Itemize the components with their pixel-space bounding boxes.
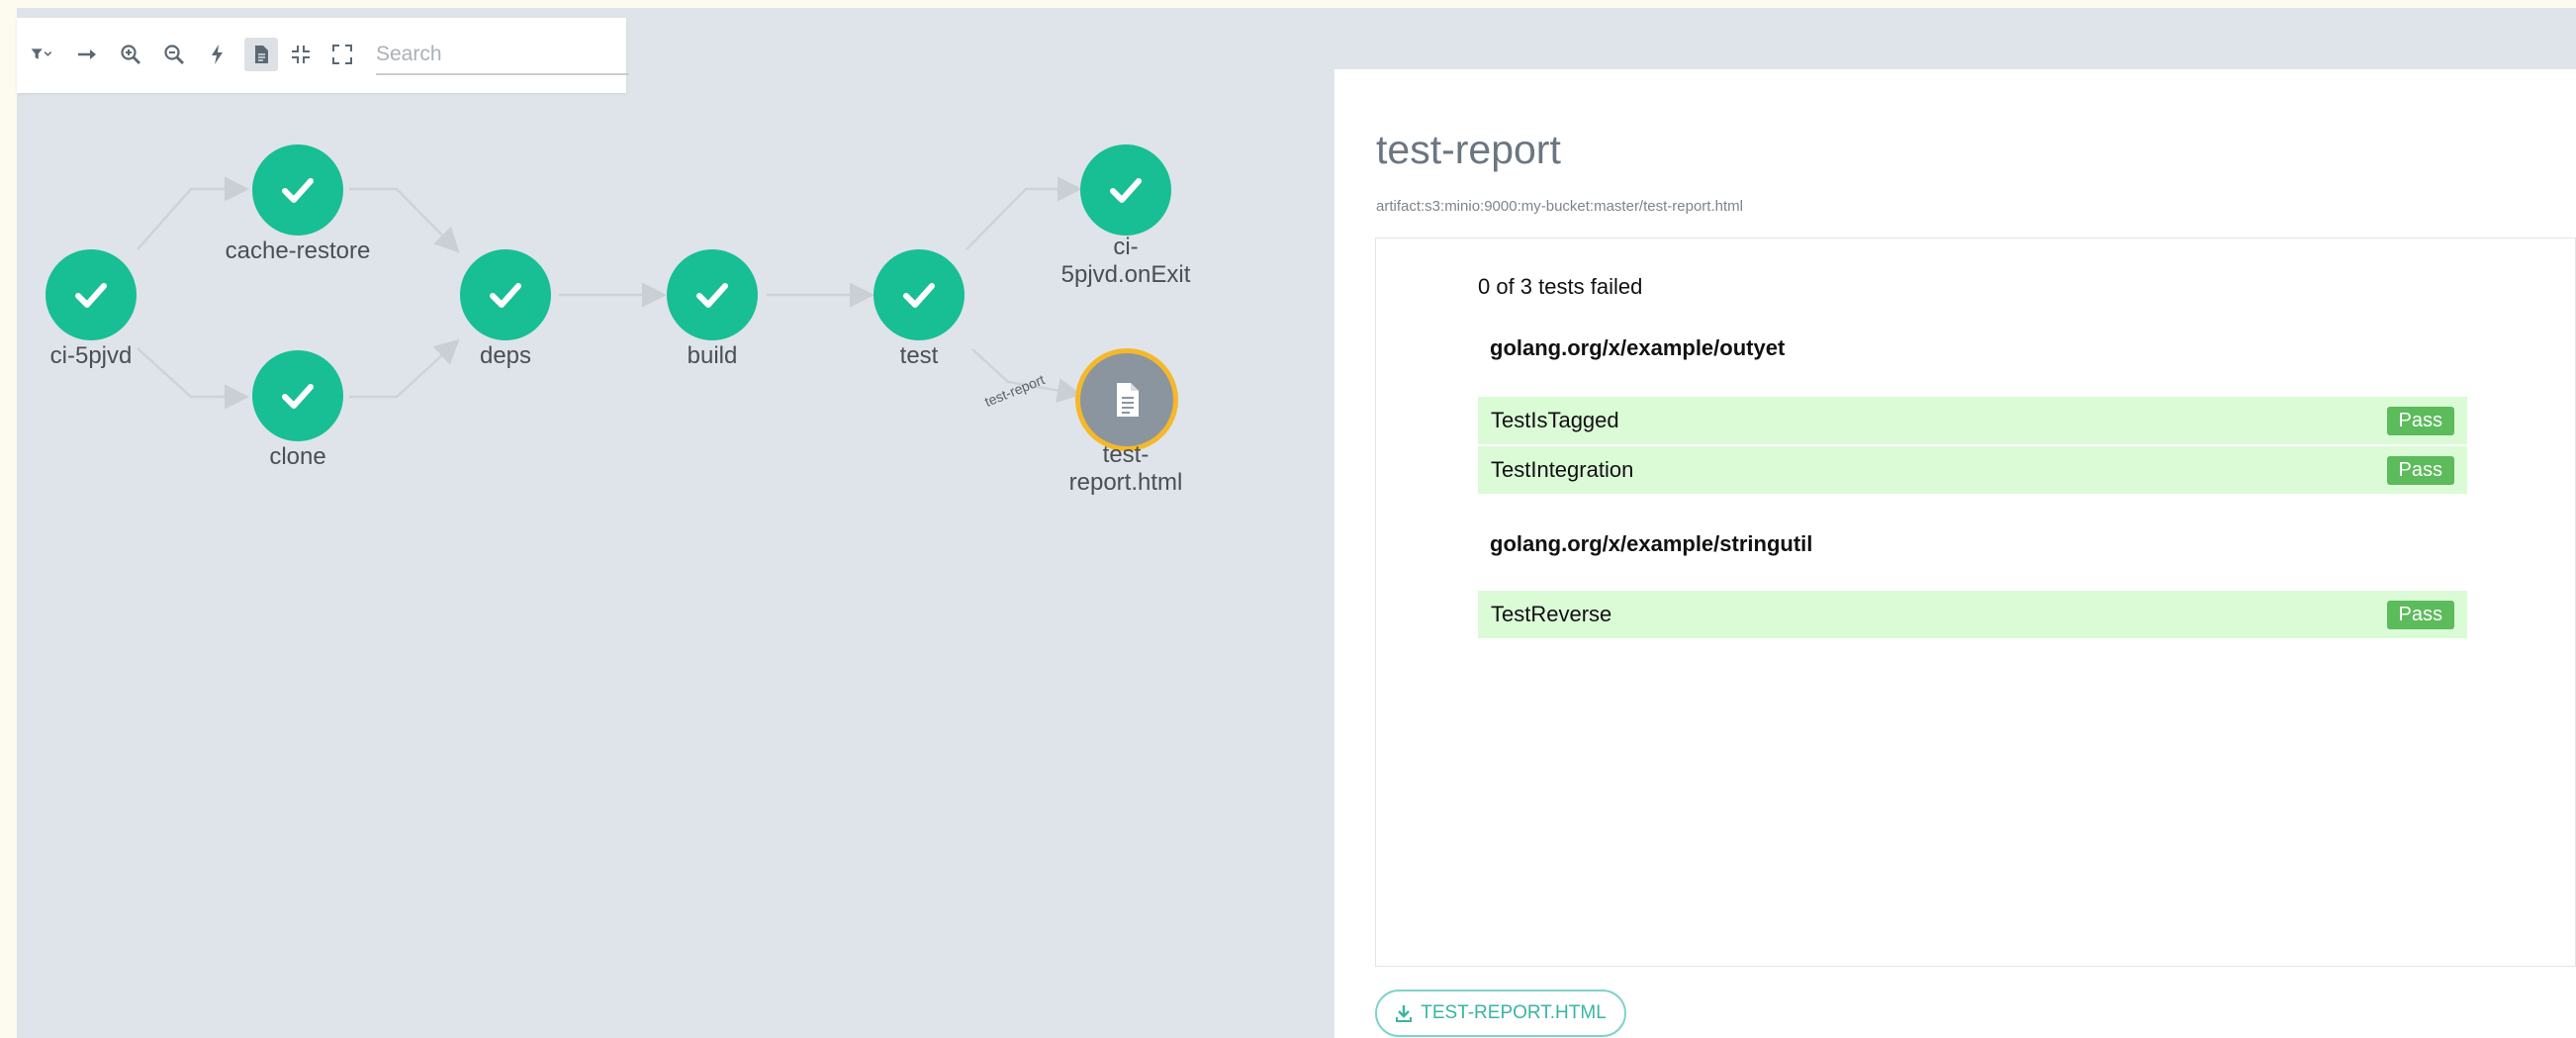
search-input[interactable] — [376, 36, 629, 75]
node-label-cache-restore: cache-restore — [225, 237, 371, 264]
check-icon — [282, 384, 314, 409]
zoom-in-icon — [121, 45, 140, 64]
artifact-detail-pane: test-report artifact:s3:minio:9000:my-bu… — [1311, 8, 2576, 1038]
filter-dropdown-button[interactable] — [17, 38, 66, 71]
node-artifact-test-report[interactable] — [1075, 348, 1178, 451]
node-test[interactable] — [874, 249, 965, 340]
node-label-onexit-line2: 5pjvd.onExit — [1060, 260, 1191, 288]
workflow-graph-pane: ci-5pjvd cache-restore clone deps build … — [17, 8, 1311, 1038]
test-row: TestReverse Pass — [1478, 591, 2467, 638]
edge-clone-deps — [349, 338, 460, 399]
pass-badge: Pass — [2386, 455, 2454, 485]
zoom-in-button[interactable] — [114, 38, 147, 71]
download-label: TEST-REPORT.HTML — [1421, 1002, 1607, 1023]
artifact-path: artifact:s3:minio:9000:my-bucket:master/… — [1376, 198, 1743, 215]
node-label-deps: deps — [479, 342, 532, 369]
fast-button[interactable] — [201, 38, 234, 71]
pass-badge: Pass — [2386, 406, 2454, 435]
lightning-icon — [212, 45, 223, 64]
check-icon — [903, 283, 935, 308]
node-clone[interactable] — [252, 350, 343, 441]
test-name: TestIntegration — [1491, 457, 1634, 482]
test-name: TestReverse — [1491, 602, 1612, 626]
node-label-artifact: test- report.html — [1037, 441, 1215, 496]
node-label-ci-5pjvd: ci-5pjvd — [49, 342, 133, 369]
edge-ci-clone — [137, 347, 249, 410]
node-label-onexit-line1: ci- — [1113, 234, 1139, 260]
zoom-out-button[interactable] — [157, 38, 191, 71]
check-icon — [490, 283, 521, 308]
node-label-onexit: ci- 5pjvd.onExit — [1037, 234, 1215, 288]
filter-icon — [31, 48, 52, 59]
compress-icon — [292, 46, 310, 63]
fullscreen-button[interactable] — [325, 38, 359, 71]
download-button[interactable]: TEST-REPORT.HTML — [1375, 990, 1626, 1037]
node-label-artifact-line2: report.html — [1068, 468, 1183, 496]
report-frame[interactable]: 0 of 3 tests failed golang.org/x/example… — [1375, 237, 2576, 967]
node-label-test: test — [899, 342, 939, 369]
test-name: TestIsTagged — [1491, 408, 1619, 432]
arrow-right-icon — [78, 49, 96, 59]
node-label-build: build — [687, 342, 738, 369]
test-summary: 0 of 3 tests failed — [1478, 274, 1643, 299]
check-icon — [1110, 178, 1142, 203]
show-artifacts-button[interactable] — [244, 38, 278, 71]
node-onexit[interactable] — [1080, 144, 1171, 236]
package-name: golang.org/x/example/stringutil — [1490, 531, 1813, 556]
graph-toolbar — [17, 18, 629, 93]
zoom-out-icon — [164, 45, 184, 64]
node-ci-5pjvd[interactable] — [46, 249, 137, 340]
artifact-panel: test-report artifact:s3:minio:9000:my-bu… — [1334, 69, 2576, 1038]
pass-badge: Pass — [2386, 600, 2454, 629]
check-icon — [696, 283, 728, 308]
node-label-clone: clone — [269, 443, 326, 470]
node-build[interactable] — [667, 249, 758, 340]
check-icon — [282, 178, 314, 203]
node-label-artifact-line1: test- — [1102, 441, 1150, 468]
node-deps[interactable] — [460, 249, 551, 340]
file-icon — [255, 46, 268, 63]
download-icon — [1396, 1005, 1413, 1022]
test-row: TestIsTagged Pass — [1478, 397, 2467, 444]
check-icon — [75, 283, 107, 308]
direction-button[interactable] — [70, 38, 104, 71]
panel-title: test-report — [1376, 127, 1561, 172]
test-row: TestIntegration Pass — [1478, 446, 2467, 494]
collapse-button[interactable] — [284, 38, 318, 71]
package-name: golang.org/x/example/outyet — [1490, 335, 1786, 360]
node-cache-restore[interactable] — [252, 144, 343, 236]
expand-icon — [332, 45, 352, 64]
document-icon — [1117, 383, 1139, 417]
